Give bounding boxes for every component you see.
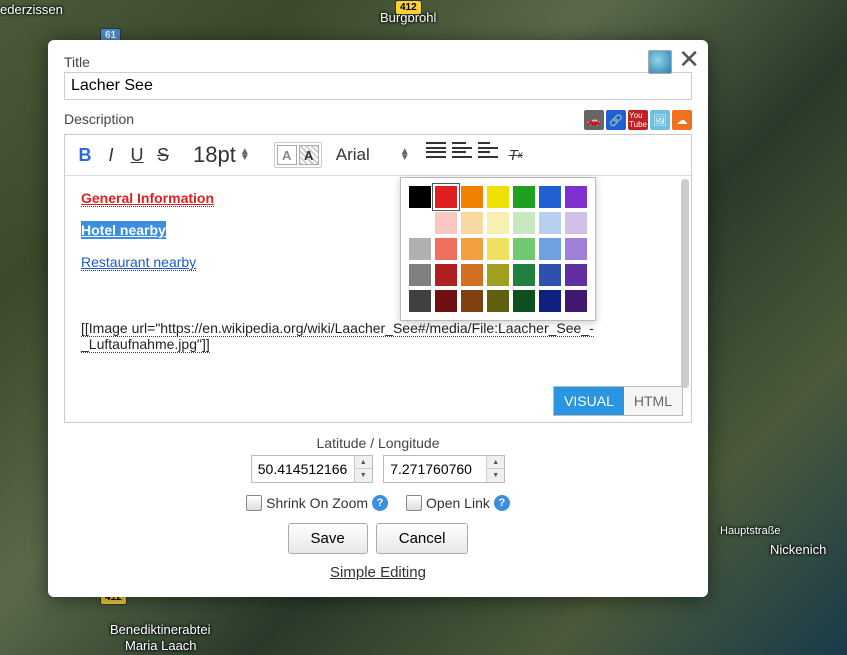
editor-toolbar: B I U S 18pt ▲▼ A A Arial ▲▼ Tx xyxy=(65,135,691,176)
latitude-input[interactable] xyxy=(252,456,354,482)
ordered-list-button[interactable] xyxy=(452,141,472,159)
tab-visual[interactable]: VISUAL xyxy=(554,387,624,415)
help-icon[interactable]: ? xyxy=(372,495,388,511)
color-swatch[interactable] xyxy=(487,264,509,286)
map-label: Hauptstraße xyxy=(720,525,781,537)
view-mode-tabs: VISUAL HTML xyxy=(553,386,683,416)
longitude-input[interactable] xyxy=(384,456,486,482)
color-swatch[interactable] xyxy=(461,290,483,312)
dropdown-arrow-icon: ▲▼ xyxy=(400,149,410,161)
description-type-icons: 🚗 🔗 YouTube 🖼 ☁ xyxy=(584,110,692,130)
dialog-buttons: Save Cancel xyxy=(64,523,692,554)
color-swatch[interactable] xyxy=(435,290,457,312)
open-link-checkbox[interactable] xyxy=(406,495,422,511)
italic-button[interactable]: I xyxy=(99,141,123,169)
color-swatch[interactable] xyxy=(539,212,561,234)
color-swatch[interactable] xyxy=(461,212,483,234)
color-swatch[interactable] xyxy=(435,264,457,286)
description-label: Description xyxy=(64,111,134,127)
color-swatch[interactable] xyxy=(409,264,431,286)
color-swatch[interactable] xyxy=(565,238,587,260)
color-palette-popup xyxy=(400,177,596,321)
clear-format-button[interactable]: Tx xyxy=(504,141,528,169)
tab-html[interactable]: HTML xyxy=(624,387,682,415)
align-justify-button[interactable] xyxy=(426,141,446,159)
color-swatch[interactable] xyxy=(565,290,587,312)
close-button[interactable]: ✕ xyxy=(678,46,700,72)
title-input[interactable] xyxy=(64,72,692,100)
image-icon[interactable]: 🖼 xyxy=(650,110,670,130)
bg-color-button[interactable]: A xyxy=(299,145,319,165)
content-link-hotel[interactable]: Hotel nearby xyxy=(81,221,166,239)
edit-dialog: ✕ Title Description 🚗 🔗 YouTube 🖼 ☁ B I … xyxy=(48,40,708,597)
font-family-select[interactable]: Arial ▲▼ xyxy=(330,145,416,165)
coords-label: Latitude / Longitude xyxy=(64,435,692,451)
strikethrough-button[interactable]: S xyxy=(151,141,175,169)
link-icon[interactable]: 🔗 xyxy=(606,110,626,130)
longitude-spinner[interactable]: ▲▼ xyxy=(486,456,504,482)
youtube-icon[interactable]: YouTube xyxy=(628,110,648,130)
color-swatch[interactable] xyxy=(565,212,587,234)
color-swatch[interactable] xyxy=(487,186,509,208)
color-swatch[interactable] xyxy=(513,290,535,312)
shrink-on-zoom-label: Shrink On Zoom xyxy=(266,495,368,511)
map-label: ederzissen xyxy=(0,2,63,17)
open-link-label: Open Link xyxy=(426,495,490,511)
road-shield: 412 xyxy=(395,0,422,15)
coordinates-section: Latitude / Longitude ▲▼ ▲▼ xyxy=(64,435,692,483)
car-icon[interactable]: 🚗 xyxy=(584,110,604,130)
dropdown-arrow-icon: ▲▼ xyxy=(240,149,250,161)
color-swatch[interactable] xyxy=(435,238,457,260)
color-swatch[interactable] xyxy=(487,238,509,260)
color-swatch[interactable] xyxy=(487,212,509,234)
underline-button[interactable]: U xyxy=(125,141,149,169)
color-swatch[interactable] xyxy=(513,238,535,260)
soundcloud-icon[interactable]: ☁ xyxy=(672,110,692,130)
color-swatch[interactable] xyxy=(539,186,561,208)
bold-button[interactable]: B xyxy=(73,141,97,169)
color-swatch[interactable] xyxy=(409,186,431,208)
color-swatch[interactable] xyxy=(409,212,431,234)
color-swatch[interactable] xyxy=(513,264,535,286)
text-color-button[interactable]: A xyxy=(277,145,297,165)
cancel-button[interactable]: Cancel xyxy=(376,523,469,554)
latitude-input-wrap: ▲▼ xyxy=(251,455,373,483)
color-swatch[interactable] xyxy=(487,290,509,312)
color-swatch[interactable] xyxy=(539,238,561,260)
title-label: Title xyxy=(64,54,692,70)
map-label: Maria Laach xyxy=(125,638,197,653)
color-swatch[interactable] xyxy=(409,238,431,260)
content-image-markup: [[Image url="https://en.wikipedia.org/wi… xyxy=(81,320,594,353)
content-link-general[interactable]: General Information xyxy=(81,190,214,207)
color-swatch[interactable] xyxy=(565,264,587,286)
font-size-select[interactable]: 18pt ▲▼ xyxy=(187,142,256,168)
globe-icon[interactable] xyxy=(648,50,672,74)
color-swatch[interactable] xyxy=(565,186,587,208)
color-swatch[interactable] xyxy=(461,186,483,208)
rich-text-editor: B I U S 18pt ▲▼ A A Arial ▲▼ Tx xyxy=(64,134,692,423)
help-icon[interactable]: ? xyxy=(494,495,510,511)
color-swatch[interactable] xyxy=(513,186,535,208)
color-swatch[interactable] xyxy=(539,290,561,312)
options-row: Shrink On Zoom ? Open Link ? xyxy=(64,495,692,511)
color-swatch[interactable] xyxy=(461,264,483,286)
latitude-spinner[interactable]: ▲▼ xyxy=(354,456,372,482)
color-swatch[interactable] xyxy=(539,264,561,286)
longitude-input-wrap: ▲▼ xyxy=(383,455,505,483)
map-label: Nickenich xyxy=(770,542,826,557)
simple-editing-link[interactable]: Simple Editing xyxy=(330,564,426,581)
color-swatch[interactable] xyxy=(513,212,535,234)
color-swatch[interactable] xyxy=(435,186,457,208)
editor-scrollbar[interactable] xyxy=(681,179,689,388)
content-link-restaurant[interactable]: Restaurant nearby xyxy=(81,254,196,271)
map-label: Benediktinerabtei xyxy=(110,622,210,637)
color-swatch[interactable] xyxy=(461,238,483,260)
save-button[interactable]: Save xyxy=(288,523,368,554)
color-swatch[interactable] xyxy=(409,290,431,312)
unordered-list-button[interactable] xyxy=(478,141,498,159)
shrink-on-zoom-checkbox[interactable] xyxy=(246,495,262,511)
color-swatch[interactable] xyxy=(435,212,457,234)
